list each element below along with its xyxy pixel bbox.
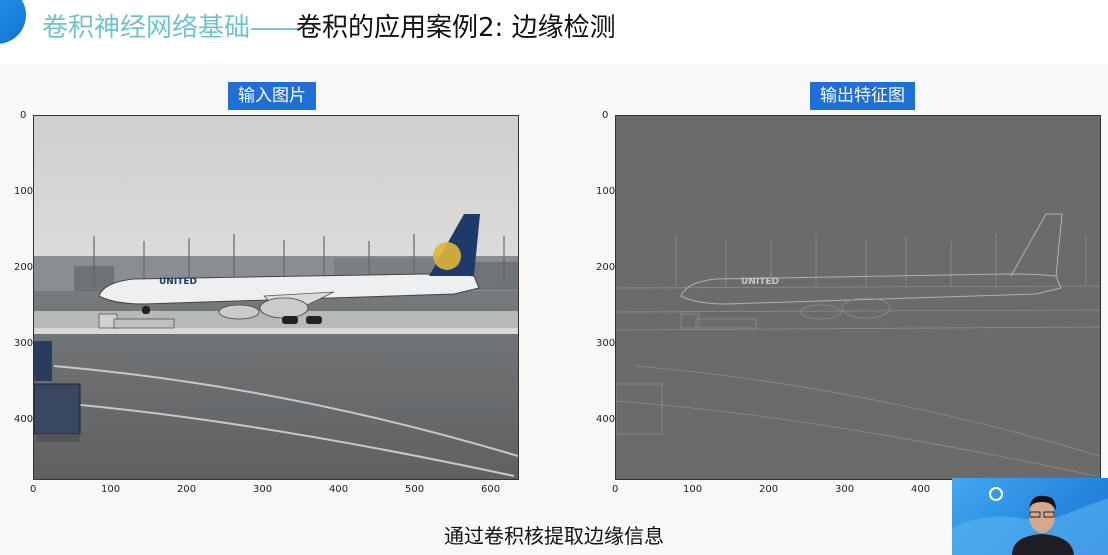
header-bar: 卷积神经网络基础——卷积的应用案例2: 边缘检测 [0, 0, 1108, 64]
left-xtick-300: 300 [253, 484, 273, 495]
feature-map: UNITED [615, 115, 1101, 480]
title-dash: —— [250, 13, 299, 43]
logo-circle [0, 0, 26, 44]
left-ytick-300: 300 [14, 338, 34, 349]
left-ytick-400: 400 [14, 414, 34, 425]
left-ytick-0: 0 [20, 110, 27, 121]
title-sub: 卷积的应用案例2: 边缘检测 [296, 13, 616, 43]
airplane-livery-text: UNITED [159, 277, 197, 287]
right-ytick-100: 100 [596, 186, 616, 197]
airplane-photo-image: UNITED [34, 116, 518, 479]
left-xtick-200: 200 [177, 484, 197, 495]
right-xtick-300: 300 [835, 484, 855, 495]
output-feature-label: 输出特征图 [810, 82, 915, 110]
right-ytick-300: 300 [596, 338, 616, 349]
left-xtick-500: 500 [405, 484, 425, 495]
right-xtick-200: 200 [759, 484, 779, 495]
edge-map-image: UNITED [616, 116, 1100, 479]
presenter-webcam [952, 478, 1108, 555]
left-xtick-0: 0 [30, 484, 37, 495]
edge-livery-text: UNITED [741, 277, 779, 287]
left-xtick-600: 600 [481, 484, 501, 495]
caption: 通过卷积核提取边缘信息 [444, 524, 664, 548]
right-xtick-0: 0 [612, 484, 619, 495]
left-ytick-100: 100 [14, 186, 34, 197]
right-ytick-0: 0 [602, 110, 609, 121]
title-main: 卷积神经网络基础 [42, 13, 251, 43]
right-ytick-200: 200 [596, 262, 616, 273]
presenter-avatar [952, 487, 1108, 555]
page-title: 卷积神经网络基础——卷积的应用案例2: 边缘检测 [42, 12, 616, 44]
left-ytick-200: 200 [14, 262, 34, 273]
left-xtick-400: 400 [329, 484, 349, 495]
right-xtick-400: 400 [911, 484, 931, 495]
input-image-label: 输入图片 [228, 82, 316, 110]
input-photo: UNITED [33, 115, 519, 480]
right-xtick-100: 100 [683, 484, 703, 495]
right-ytick-400: 400 [596, 414, 616, 425]
left-xtick-100: 100 [101, 484, 121, 495]
